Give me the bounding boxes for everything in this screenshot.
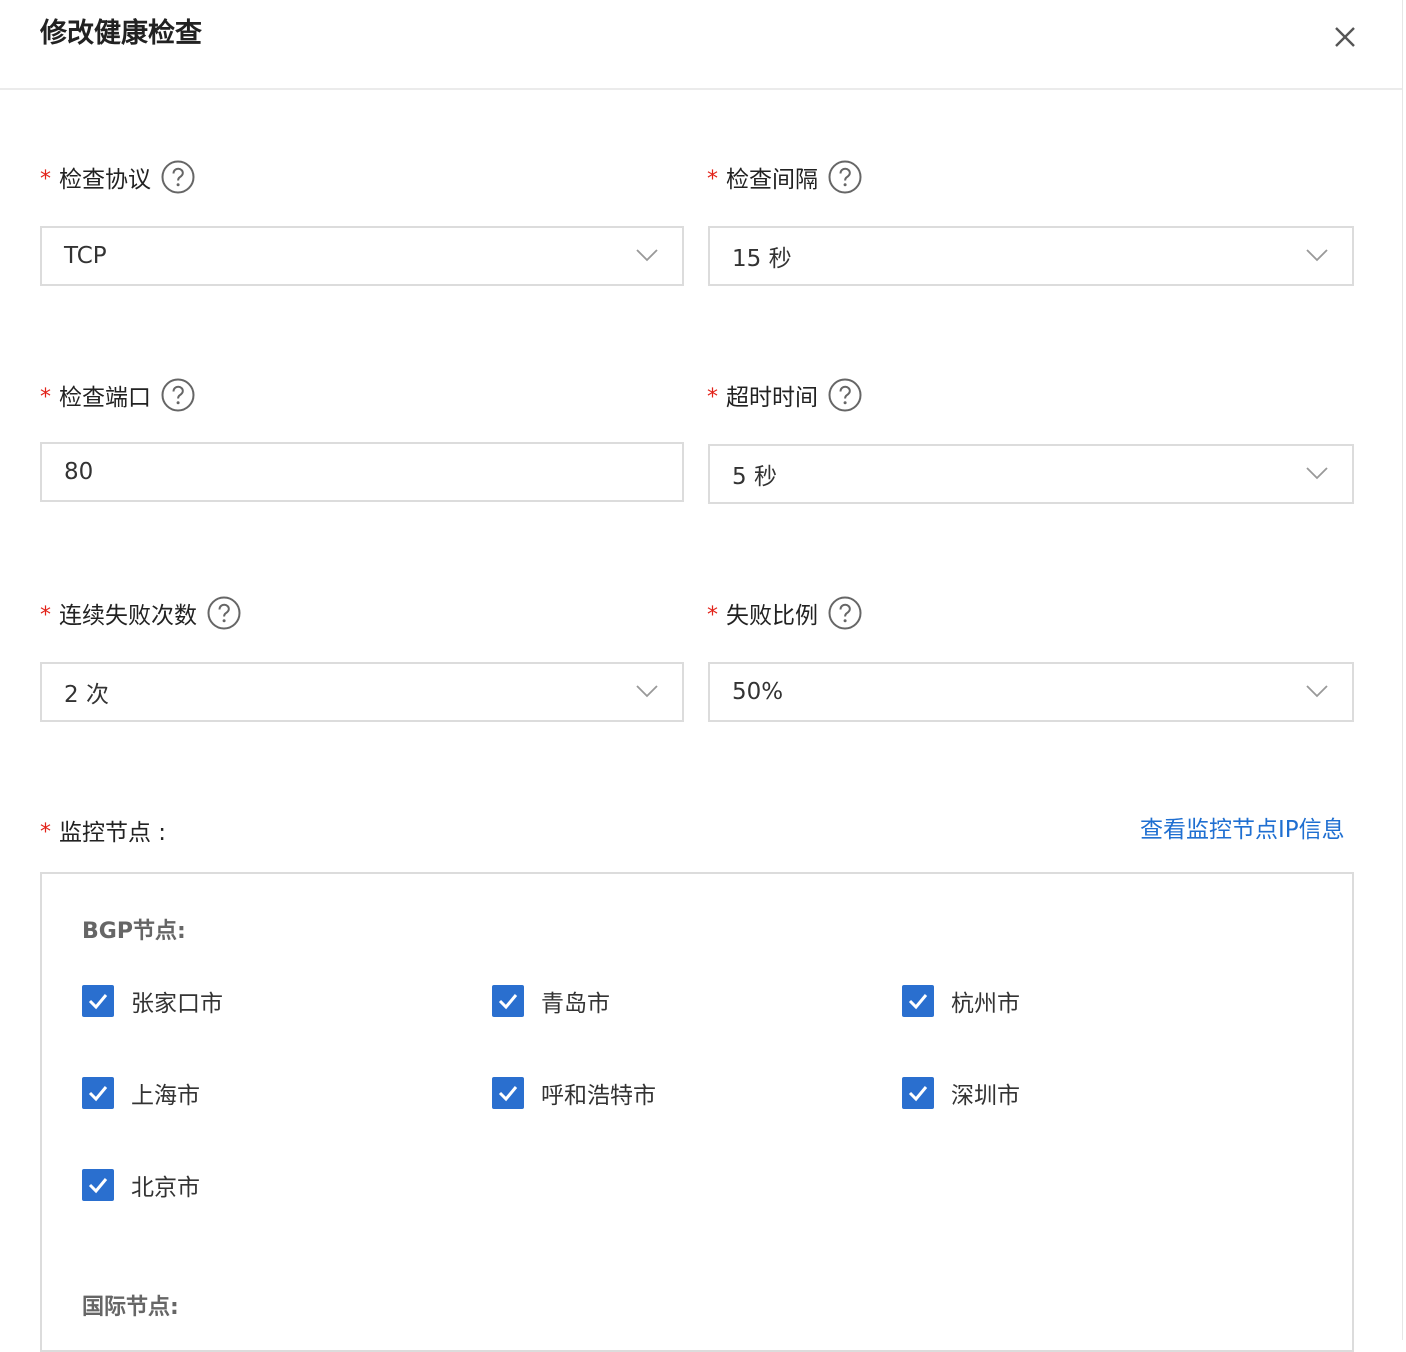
- required-asterisk: *: [40, 384, 51, 410]
- required-asterisk: *: [40, 819, 51, 845]
- node-checkbox-hangzhou[interactable]: 杭州市: [902, 984, 1020, 1018]
- node-label: 北京市: [131, 1175, 200, 1201]
- timeout-label: 超时时间: [726, 385, 818, 411]
- help-icon[interactable]: [828, 160, 862, 194]
- help-icon[interactable]: [161, 378, 195, 412]
- protocol-label-row: * 检查协议: [40, 157, 195, 197]
- fail-count-select[interactable]: 2 次: [40, 662, 684, 722]
- node-checkbox-shanghai[interactable]: 上海市: [82, 1076, 200, 1110]
- timeout-select[interactable]: 5 秒: [708, 444, 1354, 504]
- checkbox-checked-icon[interactable]: [82, 1169, 114, 1201]
- fail-count-label: 连续失败次数: [59, 603, 197, 629]
- protocol-select[interactable]: TCP: [40, 226, 684, 286]
- checkbox-checked-icon[interactable]: [902, 985, 934, 1017]
- interval-label: 检查间隔: [726, 167, 818, 193]
- checkbox-checked-icon[interactable]: [902, 1077, 934, 1109]
- help-icon[interactable]: [207, 596, 241, 630]
- node-checkbox-hohhot[interactable]: 呼和浩特市: [492, 1076, 656, 1110]
- chevron-down-icon: [636, 685, 658, 698]
- checkbox-checked-icon[interactable]: [492, 985, 524, 1017]
- fail-ratio-select[interactable]: 50%: [708, 662, 1354, 722]
- help-icon[interactable]: [828, 378, 862, 412]
- chevron-down-icon: [1306, 685, 1328, 698]
- port-field[interactable]: [40, 442, 684, 502]
- chevron-down-icon: [1306, 467, 1328, 480]
- help-icon[interactable]: [828, 596, 862, 630]
- fail-ratio-label-row: * 失败比例: [707, 593, 862, 633]
- node-label: 上海市: [131, 1083, 200, 1109]
- node-label: 呼和浩特市: [541, 1083, 656, 1109]
- view-monitor-ip-link[interactable]: 查看监控节点IP信息: [1140, 810, 1345, 850]
- bgp-group-title: BGP节点:: [82, 919, 186, 944]
- required-asterisk: *: [707, 384, 718, 410]
- node-label: 杭州市: [951, 991, 1020, 1017]
- help-icon[interactable]: [161, 160, 195, 194]
- node-label: 张家口市: [131, 991, 223, 1017]
- node-label: 深圳市: [951, 1083, 1020, 1109]
- node-label: 青岛市: [541, 991, 610, 1017]
- checkbox-checked-icon[interactable]: [492, 1077, 524, 1109]
- fail-count-value: 2 次: [64, 682, 109, 708]
- interval-label-row: * 检查间隔: [707, 157, 862, 197]
- fail-ratio-label: 失败比例: [726, 603, 818, 629]
- chevron-down-icon: [636, 249, 658, 262]
- required-asterisk: *: [40, 602, 51, 628]
- monitor-label-row: * 监控节点 :: [40, 810, 166, 850]
- fail-ratio-value: 50%: [732, 679, 784, 705]
- monitor-label: 监控节点 :: [59, 820, 167, 846]
- node-checkbox-qingdao[interactable]: 青岛市: [492, 984, 610, 1018]
- required-asterisk: *: [707, 602, 718, 628]
- checkbox-checked-icon[interactable]: [82, 985, 114, 1017]
- node-checkbox-beijing[interactable]: 北京市: [82, 1168, 200, 1202]
- edit-health-check-dialog: 修改健康检查 * 检查协议 TCP * 检查间隔 15 秒 * 检查端口 80 …: [0, 0, 1403, 1352]
- timeout-value: 5 秒: [732, 464, 777, 490]
- required-asterisk: *: [40, 166, 51, 192]
- interval-select[interactable]: 15 秒: [708, 226, 1354, 286]
- protocol-value: TCP: [64, 243, 107, 269]
- close-icon[interactable]: [1328, 20, 1362, 54]
- intl-group-title: 国际节点:: [82, 1295, 179, 1320]
- port-label: 检查端口: [59, 385, 151, 411]
- chevron-down-icon: [1306, 249, 1328, 262]
- required-asterisk: *: [707, 166, 718, 192]
- fail-count-label-row: * 连续失败次数: [40, 593, 241, 633]
- node-checkbox-shenzhen[interactable]: 深圳市: [902, 1076, 1020, 1110]
- dialog-header: 修改健康检查: [0, 0, 1402, 90]
- node-checkbox-zhangjiakou[interactable]: 张家口市: [82, 984, 223, 1018]
- timeout-label-row: * 超时时间: [707, 375, 862, 415]
- interval-value: 15 秒: [732, 246, 792, 272]
- protocol-label: 检查协议: [59, 167, 151, 193]
- dialog-title: 修改健康检查: [40, 18, 202, 49]
- port-label-row: * 检查端口: [40, 375, 195, 415]
- monitor-nodes-panel: BGP节点: 张家口市 青岛市 杭州市 上海市 呼和浩特市 深圳市 北京市 国际…: [40, 872, 1354, 1352]
- checkbox-checked-icon[interactable]: [82, 1077, 114, 1109]
- port-input[interactable]: [64, 459, 644, 485]
